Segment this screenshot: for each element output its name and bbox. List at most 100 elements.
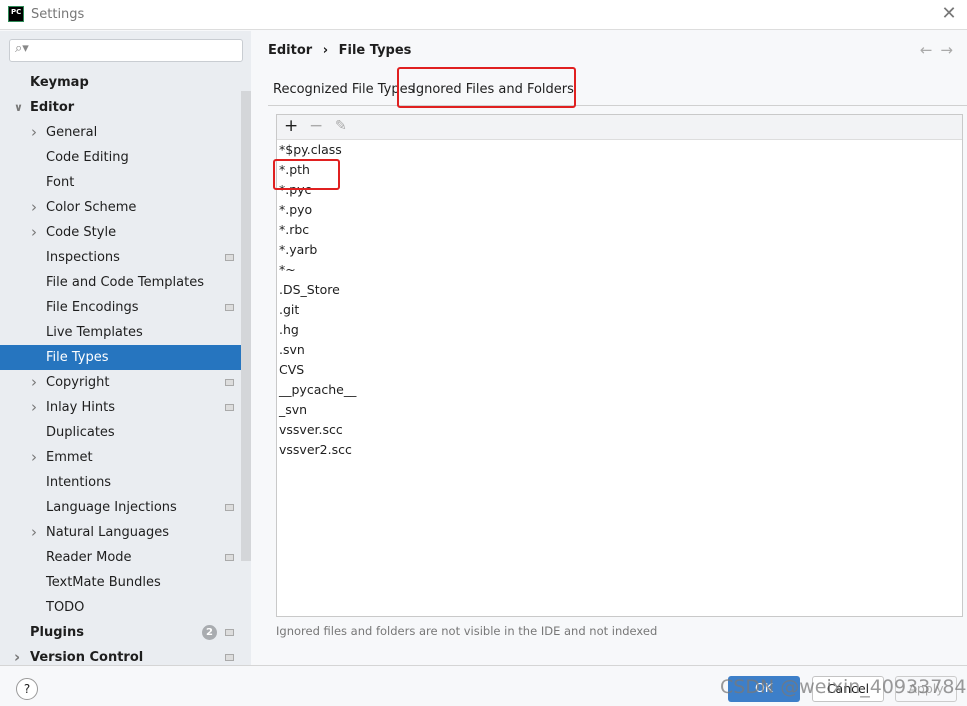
sidebar-item-label: Plugins xyxy=(30,625,84,640)
sidebar-item[interactable]: Plugins 2 xyxy=(0,620,251,645)
tab-recognized-file-types[interactable]: Recognized File Types xyxy=(273,82,414,97)
sidebar-item[interactable]: Language Injections xyxy=(0,495,251,520)
list-item[interactable]: *$py.class xyxy=(277,140,962,160)
list-item[interactable]: .hg xyxy=(277,320,962,340)
list-item[interactable]: *~ xyxy=(277,260,962,280)
sidebar-item[interactable]: File Encodings xyxy=(0,295,251,320)
sidebar-item[interactable]: › General xyxy=(0,120,251,145)
file-types-panel: Editor › File Types ←→ Recognized File T… xyxy=(251,31,967,665)
close-icon[interactable]: ✕ xyxy=(937,3,961,24)
sidebar-item-label: Reader Mode xyxy=(46,550,132,565)
chevron-right-icon[interactable]: › xyxy=(31,120,37,145)
project-settings-icon xyxy=(225,404,234,411)
list-item[interactable]: *.rbc xyxy=(277,220,962,240)
project-settings-icon xyxy=(225,654,234,661)
sidebar-item[interactable]: Code Editing xyxy=(0,145,251,170)
list-item[interactable]: CVS xyxy=(277,360,962,380)
sidebar-item-label: Live Templates xyxy=(46,325,143,340)
chevron-right-icon[interactable]: › xyxy=(31,220,37,245)
dialog-footer: ? OK Cancel Apply CSDN @weixin_40933784 xyxy=(0,665,967,706)
list-item[interactable]: *.pyc xyxy=(277,180,962,200)
help-button[interactable]: ? xyxy=(16,678,38,700)
chevron-right-icon[interactable]: › xyxy=(31,395,37,420)
plugins-count-badge: 2 xyxy=(202,625,217,640)
sidebar-item-label: Version Control xyxy=(30,650,144,665)
sidebar-item[interactable]: Duplicates xyxy=(0,420,251,445)
sidebar-item-label: File Encodings xyxy=(46,300,139,315)
sidebar-item[interactable]: Reader Mode xyxy=(0,545,251,570)
list-item[interactable]: *.pth xyxy=(277,160,962,180)
nav-arrows: ←→ xyxy=(920,41,961,59)
back-icon[interactable]: ← xyxy=(920,41,941,59)
chevron-right-icon[interactable]: › xyxy=(31,520,37,545)
chevron-down-icon[interactable]: ∨ xyxy=(14,95,23,120)
sidebar-item[interactable]: File and Code Templates xyxy=(0,270,251,295)
chevron-right-icon[interactable]: › xyxy=(14,645,20,665)
chevron-right-icon[interactable]: › xyxy=(31,445,37,470)
sidebar-item-label: Inlay Hints xyxy=(46,400,115,415)
breadcrumb-current: File Types xyxy=(338,43,412,58)
project-settings-icon xyxy=(225,629,234,636)
sidebar-item[interactable]: › Natural Languages xyxy=(0,520,251,545)
sidebar-item[interactable]: TextMate Bundles xyxy=(0,570,251,595)
sidebar-item-label: TextMate Bundles xyxy=(46,575,161,590)
sidebar-item[interactable]: › Code Style xyxy=(0,220,251,245)
list-item[interactable]: .svn xyxy=(277,340,962,360)
list-item[interactable]: *.yarb xyxy=(277,240,962,260)
highlight-box-pth xyxy=(273,159,340,190)
list-item[interactable]: *.pyo xyxy=(277,200,962,220)
project-settings-icon xyxy=(225,254,234,261)
sidebar-item-label: Natural Languages xyxy=(46,525,170,540)
sidebar-item[interactable]: Intentions xyxy=(0,470,251,495)
hint-text: Ignored files and folders are not visibl… xyxy=(276,624,658,638)
list-item[interactable]: vssver2.scc xyxy=(277,440,962,460)
remove-icon[interactable]: − xyxy=(309,116,323,136)
sidebar-item[interactable]: › Inlay Hints xyxy=(0,395,251,420)
project-settings-icon xyxy=(225,379,234,386)
project-settings-icon xyxy=(225,504,234,511)
sidebar-item[interactable]: Inspections xyxy=(0,245,251,270)
ignored-patterns-list[interactable]: + − ✎ *$py.class *.pth *.pyc *.pyo *.rbc *.ya… xyxy=(276,114,963,617)
sidebar-item-label: Font xyxy=(46,175,75,190)
sidebar-item[interactable]: › Version Control xyxy=(0,645,251,665)
list-item[interactable]: .DS_Store xyxy=(277,280,962,300)
sidebar-item[interactable]: Live Templates xyxy=(0,320,251,345)
sidebar-item[interactable]: File Types xyxy=(0,345,251,370)
watermark: CSDN @weixin_40933784 xyxy=(720,676,967,698)
sidebar-item-label: General xyxy=(46,125,98,140)
breadcrumb-separator: › xyxy=(322,43,329,58)
sidebar-item[interactable]: › Copyright xyxy=(0,370,251,395)
list-item[interactable]: .git xyxy=(277,300,962,320)
sidebar-item[interactable]: › Emmet xyxy=(0,445,251,470)
chevron-right-icon[interactable]: › xyxy=(31,195,37,220)
sidebar-item-label: TODO xyxy=(46,600,85,615)
list-item[interactable]: _svn xyxy=(277,400,962,420)
sidebar-item-label: Code Editing xyxy=(46,150,129,165)
edit-icon[interactable]: ✎ xyxy=(335,118,347,134)
breadcrumb-parent[interactable]: Editor xyxy=(268,43,312,58)
sidebar-item[interactable]: ∨ Editor xyxy=(0,95,251,120)
list-item[interactable]: vssver.scc xyxy=(277,420,962,440)
title-bar: PC Settings ✕ xyxy=(0,0,967,30)
breadcrumb: Editor › File Types xyxy=(268,43,411,58)
add-icon[interactable]: + xyxy=(284,116,298,136)
sidebar-item-label: Intentions xyxy=(46,475,112,490)
forward-icon[interactable]: → xyxy=(940,41,961,59)
highlight-box-tab xyxy=(397,67,576,108)
sidebar-item[interactable]: TODO xyxy=(0,595,251,620)
sidebar-item-label: Editor xyxy=(30,100,75,115)
sidebar-item-label: Language Injections xyxy=(46,500,177,515)
list-item[interactable]: __pycache__ xyxy=(277,380,962,400)
search-input[interactable]: ⌕▾ xyxy=(9,39,243,62)
chevron-right-icon[interactable]: › xyxy=(31,370,37,395)
sidebar-item-label: Keymap xyxy=(30,75,89,90)
sidebar-item-label: Duplicates xyxy=(46,425,115,440)
search-icon: ⌕▾ xyxy=(15,41,29,56)
sidebar-item[interactable]: Font xyxy=(0,170,251,195)
sidebar-scrollbar[interactable] xyxy=(241,91,251,561)
sidebar-item-label: Copyright xyxy=(46,375,110,390)
sidebar-item-label: File Types xyxy=(46,350,109,365)
sidebar-item[interactable]: › Color Scheme xyxy=(0,195,251,220)
sidebar-item[interactable]: Keymap xyxy=(0,70,251,95)
project-settings-icon xyxy=(225,304,234,311)
